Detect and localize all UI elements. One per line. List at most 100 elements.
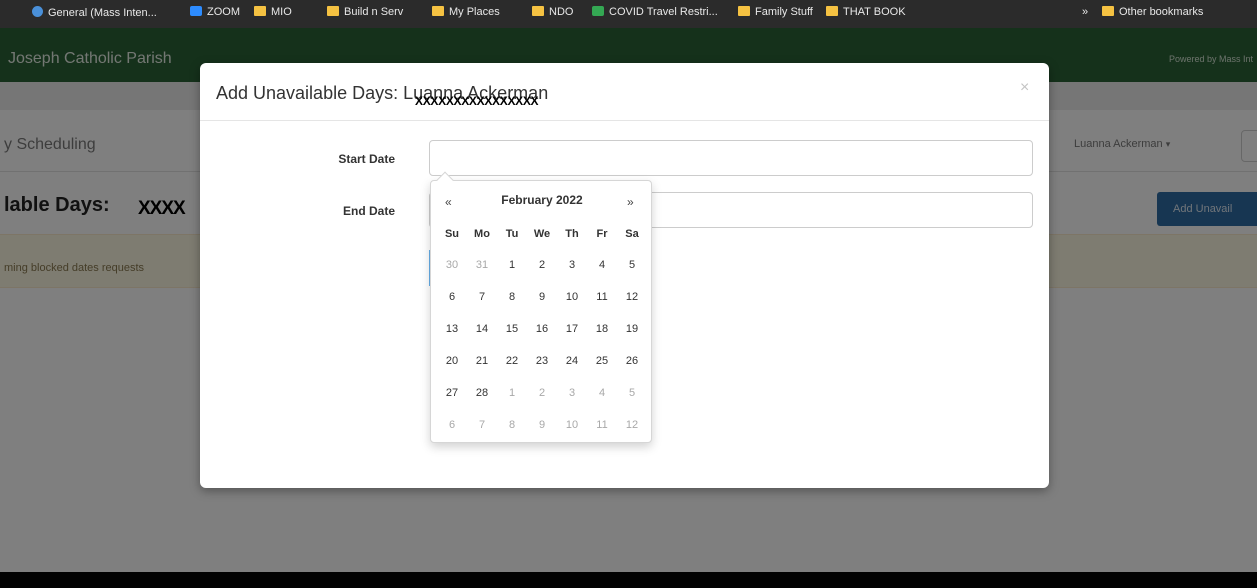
bookmark-item[interactable]: Other bookmarks <box>1102 6 1203 18</box>
redaction-mark: XXXXXXXXXXXXXXXX <box>415 94 539 108</box>
day-cell[interactable]: 12 <box>617 291 647 303</box>
day-cell[interactable]: 12 <box>617 419 647 431</box>
bookmark-label: » <box>1082 6 1089 18</box>
bookmark-item[interactable]: » <box>1082 6 1088 18</box>
bookmark-label: NDO <box>549 6 574 18</box>
datepicker-month-title[interactable]: February 2022 <box>431 193 653 207</box>
bookmark-item[interactable]: ZOOM <box>190 6 240 18</box>
bookmark-label: Other bookmarks <box>1119 6 1204 18</box>
week-row: 13 14 15 16 17 18 19 <box>437 313 647 345</box>
bookmark-label: My Places <box>449 6 500 18</box>
day-cell[interactable]: 11 <box>587 291 617 303</box>
weekday-label: Su <box>444 228 460 240</box>
day-cell[interactable]: 7 <box>467 291 497 303</box>
bookmark-label: Build n Serv <box>344 6 404 18</box>
day-cell[interactable]: 2 <box>527 387 557 399</box>
green-icon <box>592 6 604 16</box>
week-row: 27 28 1 2 3 4 5 <box>437 377 647 409</box>
globe-icon <box>32 6 43 17</box>
bookmark-label: General (Mass Inten... <box>48 7 157 19</box>
weekday-label: We <box>533 228 551 240</box>
day-cell[interactable]: 8 <box>497 419 527 431</box>
zoom-icon <box>190 6 202 16</box>
day-cell[interactable]: 9 <box>527 419 557 431</box>
bookmarks-bar: General (Mass Inten... ZOOM MIO Build n Ser… <box>0 0 1257 28</box>
day-cell[interactable]: 7 <box>467 419 497 431</box>
folder-icon <box>327 6 339 16</box>
weekday-label: Mo <box>474 228 490 240</box>
weekday-label: Th <box>565 228 579 240</box>
day-cell[interactable]: 13 <box>437 323 467 335</box>
day-cell[interactable]: 17 <box>557 323 587 335</box>
week-row: 30 31 1 2 3 4 5 <box>437 249 647 281</box>
folder-icon <box>432 6 444 16</box>
bookmark-item[interactable]: NDO <box>532 6 573 18</box>
start-date-label: Start Date <box>338 152 395 166</box>
start-date-input[interactable] <box>429 140 1033 176</box>
bookmark-item[interactable]: Family Stuff <box>738 6 813 18</box>
weekday-label: Sa <box>625 228 639 240</box>
day-cell[interactable]: 9 <box>527 291 557 303</box>
week-row: 20 21 22 23 24 25 26 <box>437 345 647 377</box>
day-cell[interactable]: 1 <box>497 259 527 271</box>
end-date-label: End Date <box>342 204 395 218</box>
weekday-header-row: Su Mo Tu We Th Fr Sa <box>437 223 647 245</box>
day-cell[interactable]: 16 <box>527 323 557 335</box>
week-row: 6 7 8 9 10 11 12 <box>437 409 647 441</box>
day-cell[interactable]: 25 <box>587 355 617 367</box>
day-cell[interactable]: 1 <box>497 387 527 399</box>
day-cell[interactable]: 24 <box>557 355 587 367</box>
day-cell[interactable]: 3 <box>557 259 587 271</box>
day-cell[interactable]: 6 <box>437 419 467 431</box>
bookmark-item[interactable]: Build n Serv <box>327 6 403 18</box>
weekday-label: Fr <box>596 228 608 240</box>
week-row: 6 7 8 9 10 11 12 <box>437 281 647 313</box>
day-cell[interactable]: 10 <box>557 291 587 303</box>
folder-icon <box>532 6 544 16</box>
day-cell[interactable]: 10 <box>557 419 587 431</box>
day-cell[interactable]: 28 <box>467 387 497 399</box>
datepicker: February 2022 « » Su Mo Tu We Th Fr Sa 30 31 1 2 3 4… <box>430 171 653 443</box>
day-cell[interactable]: 4 <box>587 387 617 399</box>
datepicker-grid: Su Mo Tu We Th Fr Sa 30 31 1 2 3 4 5 6 7 8 9 10 11 12 13 14 15 1… <box>437 223 647 441</box>
day-cell[interactable]: 22 <box>497 355 527 367</box>
day-cell[interactable]: 8 <box>497 291 527 303</box>
bookmark-label: COVID Travel Restri... <box>609 6 718 18</box>
modal-header: Add Unavailable Days: Luanna Ackerman XX… <box>200 63 1049 121</box>
next-month-icon[interactable]: » <box>627 195 634 209</box>
folder-icon <box>1102 6 1114 16</box>
day-cell[interactable]: 19 <box>617 323 647 335</box>
folder-icon <box>738 6 750 16</box>
day-cell[interactable]: 20 <box>437 355 467 367</box>
day-cell[interactable]: 4 <box>587 259 617 271</box>
day-cell[interactable]: 15 <box>497 323 527 335</box>
folder-icon <box>254 6 266 16</box>
bookmark-item[interactable]: My Places <box>432 6 500 18</box>
bookmark-item[interactable]: MIO <box>254 6 292 18</box>
bookmark-item[interactable]: THAT BOOK <box>826 6 906 18</box>
weekday-label: Tu <box>505 228 519 240</box>
bookmark-label: MIO <box>271 6 292 18</box>
day-cell[interactable]: 31 <box>467 259 497 271</box>
bookmark-item[interactable]: General (Mass Inten... <box>32 6 157 19</box>
day-cell[interactable]: 14 <box>467 323 497 335</box>
day-cell[interactable]: 30 <box>437 259 467 271</box>
day-cell[interactable]: 18 <box>587 323 617 335</box>
day-cell[interactable]: 23 <box>527 355 557 367</box>
close-icon[interactable]: × <box>1020 79 1029 97</box>
day-cell[interactable]: 2 <box>527 259 557 271</box>
day-cell[interactable]: 5 <box>617 259 647 271</box>
day-cell[interactable]: 3 <box>557 387 587 399</box>
day-cell[interactable]: 5 <box>617 387 647 399</box>
bookmark-item[interactable]: COVID Travel Restri... <box>592 6 718 18</box>
day-cell[interactable]: 11 <box>587 419 617 431</box>
folder-icon <box>826 6 838 16</box>
day-cell[interactable]: 26 <box>617 355 647 367</box>
day-cell[interactable]: 21 <box>467 355 497 367</box>
bookmark-label: ZOOM <box>207 6 240 18</box>
day-cell[interactable]: 27 <box>437 387 467 399</box>
prev-month-icon[interactable]: « <box>445 195 452 209</box>
bookmark-label: THAT BOOK <box>843 6 906 18</box>
day-cell[interactable]: 6 <box>437 291 467 303</box>
bookmark-label: Family Stuff <box>755 6 813 18</box>
